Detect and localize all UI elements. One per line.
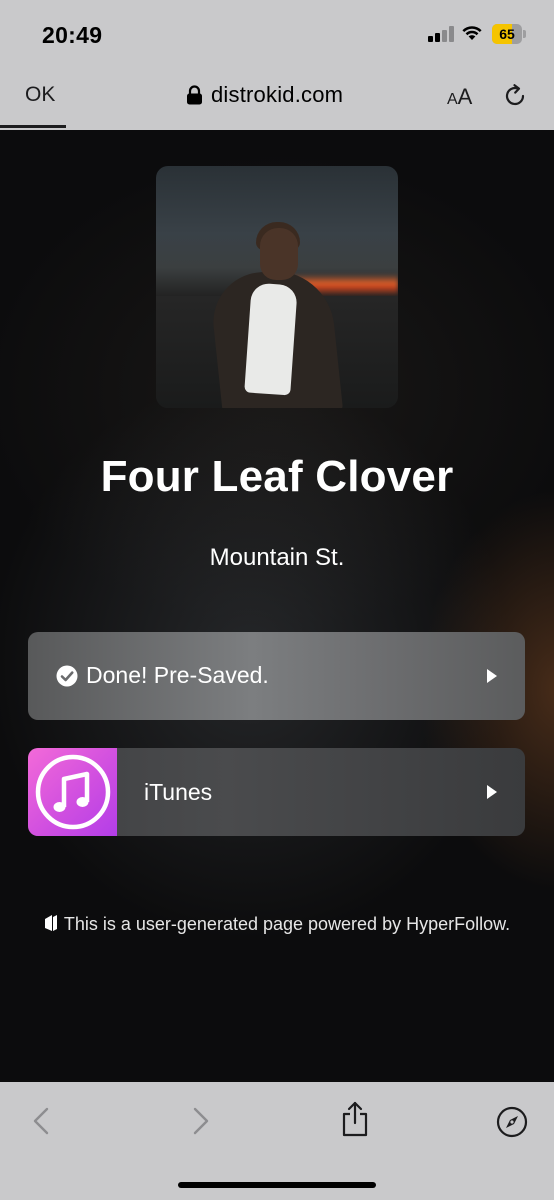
battery-icon: 65 — [492, 24, 526, 44]
itunes-label: iTunes — [144, 779, 213, 805]
hyperfollow-icon — [44, 915, 57, 931]
album-cover — [156, 166, 398, 408]
checkmark-circle-icon — [56, 665, 78, 687]
browser-toolbar — [0, 1082, 554, 1200]
chevron-right-icon — [487, 669, 497, 683]
status-bar: 20:49 65 — [0, 0, 554, 70]
compass-icon[interactable] — [496, 1106, 528, 1138]
url-domain: distrokid.com — [211, 82, 344, 107]
forward-icon[interactable] — [190, 1106, 212, 1136]
presave-button[interactable]: Done! Pre-Saved. — [28, 632, 525, 720]
status-time: 20:49 — [42, 22, 103, 48]
presave-label: Done! Pre-Saved. — [86, 662, 269, 688]
music-note-icon — [35, 754, 111, 830]
wifi-icon — [462, 26, 482, 40]
release-title: Four Leaf Clover — [100, 452, 454, 501]
share-icon[interactable] — [340, 1100, 370, 1138]
footer-note: This is a user-generated page powered by… — [0, 914, 554, 935]
chevron-right-icon — [487, 785, 497, 799]
itunes-button[interactable]: iTunes — [28, 748, 525, 836]
battery-level: 65 — [499, 26, 515, 42]
back-icon[interactable] — [30, 1106, 52, 1136]
lock-icon — [187, 85, 202, 105]
text-size-icon: AA — [447, 84, 473, 109]
home-indicator — [178, 1182, 376, 1188]
cellular-signal-icon — [428, 26, 456, 42]
footer-text: This is a user-generated page powered by… — [63, 914, 511, 934]
itunes-logo — [28, 748, 117, 836]
url-field[interactable]: distrokid.com — [186, 81, 343, 109]
ok-button[interactable]: OK — [25, 83, 55, 107]
browser-address-bar: OK distrokid.com AA — [0, 70, 554, 130]
ok-underline — [0, 125, 66, 128]
artist-name: Mountain St. — [209, 544, 345, 571]
text-size-button[interactable]: AA — [447, 84, 472, 110]
page-content: Four Leaf Clover Mountain St. Done! Pre-… — [0, 130, 554, 1082]
reload-icon[interactable] — [502, 83, 528, 109]
